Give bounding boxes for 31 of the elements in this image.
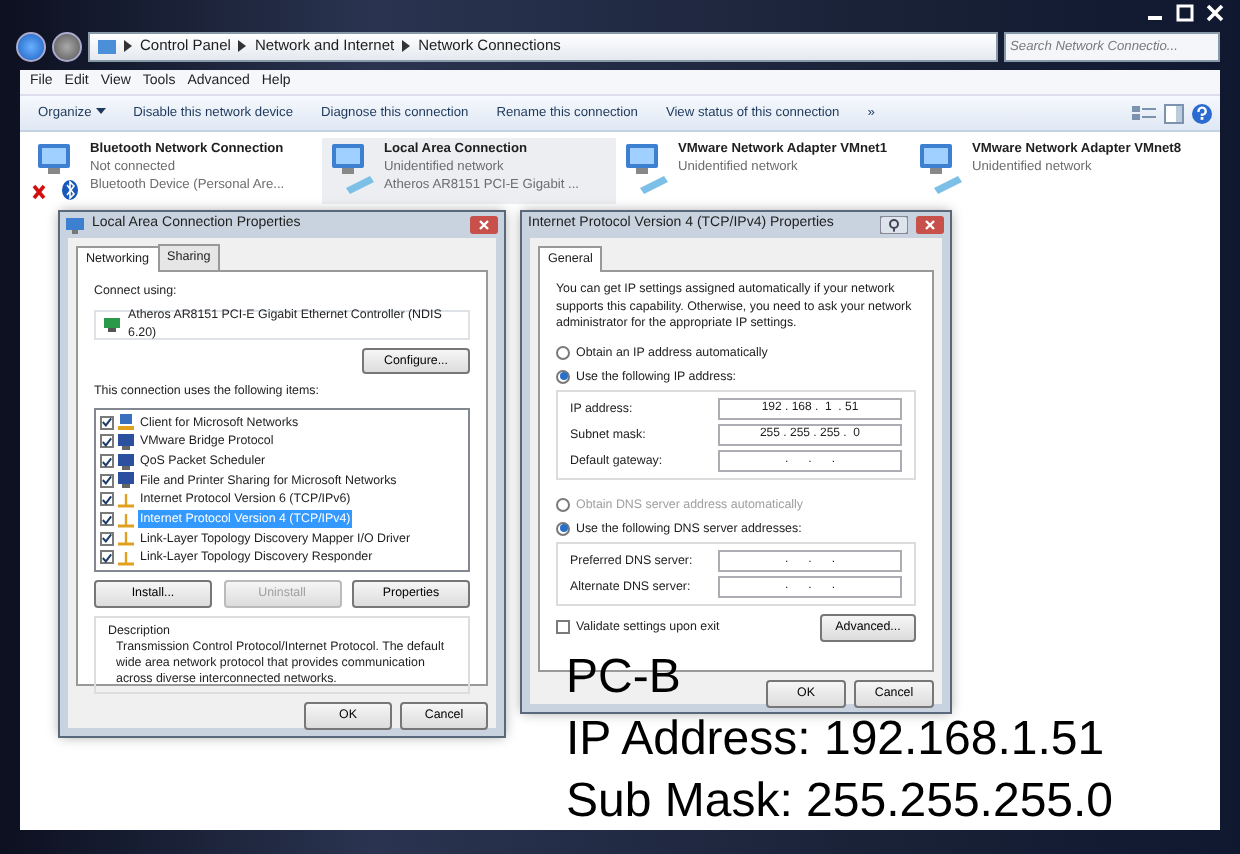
caret-icon [95, 108, 106, 115]
checkbox[interactable] [100, 550, 114, 565]
chevron-icon [402, 40, 411, 52]
maximize-icon[interactable] [1176, 4, 1194, 22]
radio-button[interactable] [556, 345, 570, 360]
chevron-icon [124, 40, 132, 52]
checkbox[interactable] [100, 492, 114, 507]
chevron-icon [238, 40, 247, 52]
checkbox[interactable] [100, 454, 114, 469]
network-adapter-icon [32, 140, 84, 202]
preview-pane-icon[interactable] [1164, 103, 1184, 123]
checkbox[interactable] [100, 434, 114, 449]
caption-line: PC-B [566, 654, 681, 702]
folder-icon [98, 38, 116, 54]
forward-button[interactable] [52, 31, 82, 61]
radio-button[interactable] [556, 521, 570, 536]
client-component-icon [118, 414, 134, 431]
network-icon [66, 217, 84, 233]
checkbox[interactable] [100, 531, 114, 546]
caption-line: IP Address: 192.168.1.51 [566, 716, 1105, 764]
network-adapter-icon [104, 316, 120, 333]
radio-button[interactable] [556, 369, 570, 384]
checkbox[interactable] [100, 473, 114, 488]
close-icon[interactable] [1206, 4, 1224, 22]
back-button[interactable] [16, 31, 46, 61]
service-component-icon [118, 433, 134, 450]
protocol-component-icon [118, 491, 134, 508]
checkbox[interactable] [100, 512, 114, 527]
view-icon[interactable] [1132, 104, 1156, 122]
caption-line: Sub Mask: 255.255.255.0 [566, 778, 1114, 826]
checkbox[interactable] [100, 415, 114, 430]
